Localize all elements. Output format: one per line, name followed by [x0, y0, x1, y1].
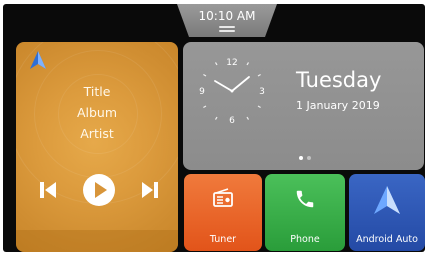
handle-icon	[219, 30, 235, 32]
tile-label: Tuner	[209, 234, 237, 245]
next-track-button[interactable]	[138, 178, 162, 202]
radio-icon	[213, 188, 233, 207]
phone-app-button[interactable]: Phone	[265, 174, 345, 251]
full-date: 1 January 2019	[296, 99, 380, 112]
track-album: Album	[76, 105, 118, 120]
play-button[interactable]	[82, 173, 116, 207]
date-clock-card[interactable]: 12 3 6 9 Tuesday 1 January 2019	[183, 42, 424, 170]
previous-track-button[interactable]	[36, 178, 60, 202]
tuner-app-button[interactable]: Tuner	[184, 174, 262, 251]
page-dot[interactable]	[307, 156, 311, 160]
weekday: Tuesday	[296, 68, 382, 92]
page-dot-active[interactable]	[299, 156, 303, 160]
page-indicator	[299, 156, 311, 160]
navigation-arrow-icon	[30, 51, 46, 69]
skip-next-icon	[142, 182, 158, 198]
handle-icon	[219, 26, 235, 28]
media-card[interactable]: Title Album Artist	[16, 42, 178, 252]
play-icon	[83, 174, 115, 206]
head-unit-screen: 10:10 AM Title Album Artist 12 3 6 9 Tue…	[3, 4, 425, 252]
android-auto-app-button[interactable]: Android Auto	[349, 174, 425, 251]
clock-number-3: 3	[259, 87, 265, 97]
analog-clock-icon: 12 3 6 9	[199, 58, 265, 126]
tile-label: Android Auto	[356, 234, 418, 245]
clock-number-9: 9	[199, 87, 205, 97]
phone-icon	[296, 190, 314, 208]
track-title: Title	[83, 84, 111, 99]
status-time: 10:10 AM	[198, 9, 256, 23]
android-auto-icon	[374, 186, 400, 214]
track-artist: Artist	[80, 126, 114, 141]
media-progress-bar	[16, 230, 178, 252]
clock-number-12: 12	[226, 58, 237, 68]
tile-label: Phone	[290, 234, 320, 245]
clock-number-6: 6	[229, 116, 235, 126]
skip-previous-icon	[40, 182, 56, 198]
